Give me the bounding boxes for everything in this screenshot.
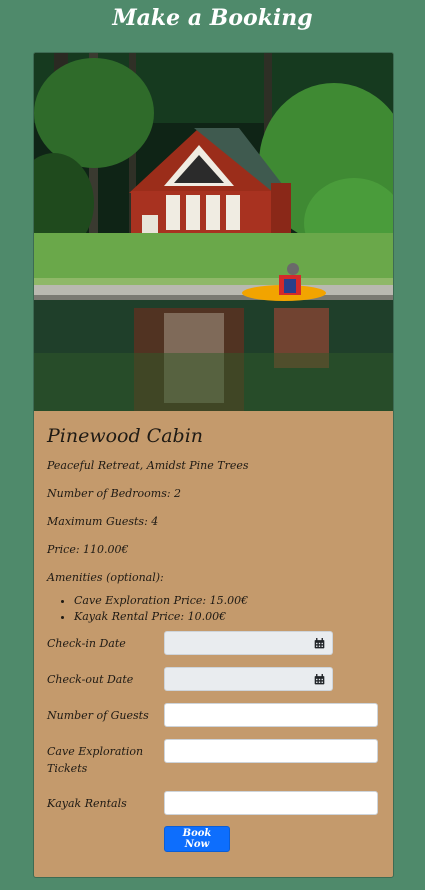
bedrooms-info: Number of Bedrooms: 2 — [47, 487, 182, 500]
cabin-photo — [34, 53, 393, 411]
checkin-date-picker[interactable] — [164, 631, 334, 655]
price-info: Price: 110.00€ — [47, 543, 129, 556]
checkout-date-picker[interactable] — [164, 667, 334, 691]
listing-details: Pinewood Cabin Peaceful Retreat, Amidst … — [47, 425, 380, 626]
checkin-label: Check-in Date — [47, 637, 126, 650]
checkin-date-input[interactable] — [164, 631, 308, 655]
kayak-rentals-input[interactable] — [164, 791, 378, 815]
page-title: Make a Booking — [112, 5, 313, 31]
guests-input[interactable] — [164, 703, 378, 727]
cave-label: Cave Exploration Tickets — [47, 745, 144, 775]
listing-title: Pinewood Cabin — [47, 425, 204, 447]
amenities-list: Cave Exploration Price: 15.00€ Kayak Ren… — [47, 594, 380, 623]
checkout-label: Check-out Date — [47, 673, 134, 686]
amenity-item-kayak: Kayak Rental Price: 10.00€ — [74, 610, 380, 623]
checkin-calendar-button[interactable] — [306, 631, 333, 655]
kayak-label: Kayak Rentals — [47, 797, 127, 810]
guests-label: Number of Guests — [47, 709, 149, 722]
listing-tagline: Peaceful Retreat, Amidst Pine Trees — [47, 459, 249, 472]
amenity-item-cave: Cave Exploration Price: 15.00€ — [74, 594, 380, 607]
checkout-date-input[interactable] — [164, 667, 308, 691]
booking-card: Pinewood Cabin Peaceful Retreat, Amidst … — [33, 52, 394, 878]
checkout-calendar-button[interactable] — [306, 667, 333, 691]
max-guests-info: Maximum Guests: 4 — [47, 515, 159, 528]
amenities-heading: Amenities (optional): — [47, 571, 164, 584]
book-now-button[interactable]: Book Now — [164, 826, 230, 852]
calendar-icon — [314, 673, 324, 684]
calendar-icon — [314, 637, 324, 648]
cave-tickets-input[interactable] — [164, 739, 378, 763]
